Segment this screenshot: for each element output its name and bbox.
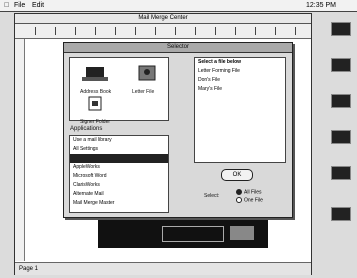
- icon-label: Signer Folder: [80, 119, 111, 125]
- page-indicator: Page 1: [19, 266, 39, 272]
- radio-label: Select:: [204, 193, 220, 199]
- icon-panel: Address Book Letter File Signer Folder: [69, 57, 169, 125]
- list-item[interactable]: Alternate Mail: [70, 190, 168, 199]
- radio-option-label: One File: [244, 197, 263, 204]
- menu-file[interactable]: File: [14, 0, 25, 11]
- file-list-header: Select a file below: [198, 59, 242, 65]
- file-list[interactable]: Select a file below Letter Forming File …: [194, 57, 286, 163]
- radio-unselected-icon: [236, 197, 242, 203]
- folder-icon[interactable]: [328, 56, 352, 78]
- list-header: Applications: [70, 126, 103, 132]
- vertical-ruler[interactable]: [15, 39, 25, 261]
- list-item-selected[interactable]: [70, 154, 168, 163]
- letter-file-icon[interactable]: Letter File: [132, 64, 162, 95]
- file-item[interactable]: Letter Forming File: [195, 67, 285, 76]
- horizontal-ruler[interactable]: [15, 24, 311, 39]
- application-list[interactable]: Use a mail library All Settings AppleWor…: [69, 135, 169, 213]
- trash-icon[interactable]: [328, 205, 352, 227]
- dialog-title: Selector: [64, 43, 292, 53]
- radio-selected-icon: [236, 189, 242, 195]
- icon-label: Letter File: [132, 89, 155, 95]
- application-icon[interactable]: [328, 128, 352, 150]
- radio-all-files[interactable]: All Files: [236, 189, 262, 196]
- menu-edit[interactable]: Edit: [32, 0, 44, 11]
- document-icon[interactable]: [328, 92, 352, 114]
- file-item[interactable]: Mary's File: [195, 85, 285, 94]
- selector-dialog: Selector Address Book Letter File Signer…: [63, 42, 293, 218]
- menu-bar:  File Edit 12:35 PM: [0, 0, 357, 12]
- document-title: Mail Merge Center: [15, 14, 311, 24]
- menu-clock: 12:35 PM: [306, 2, 336, 9]
- file-item[interactable]: Don's File: [195, 76, 285, 85]
- list-item[interactable]: Microsoft Word: [70, 172, 168, 181]
- list-item[interactable]: All Settings: [70, 145, 168, 154]
- radio-one-file[interactable]: One File: [236, 197, 263, 204]
- document-graphic: [98, 218, 268, 248]
- ok-button[interactable]: OK: [221, 169, 253, 181]
- radio-option-label: All Files: [244, 189, 262, 196]
- status-bar: Page 1: [15, 262, 311, 275]
- list-item[interactable]: Mail Merge Master: [70, 199, 168, 208]
- hard-disk-icon[interactable]: [328, 20, 352, 42]
- folder-icon[interactable]: [328, 164, 352, 186]
- signer-folder-icon[interactable]: Signer Folder: [80, 94, 110, 125]
- list-item[interactable]: Use a mail library: [70, 136, 168, 145]
- list-item[interactable]: ClarisWorks: [70, 181, 168, 190]
- address-book-icon[interactable]: Address Book: [80, 64, 111, 95]
- apple-menu[interactable]: : [4, 0, 9, 11]
- list-item[interactable]: AppleWorks: [70, 163, 168, 172]
